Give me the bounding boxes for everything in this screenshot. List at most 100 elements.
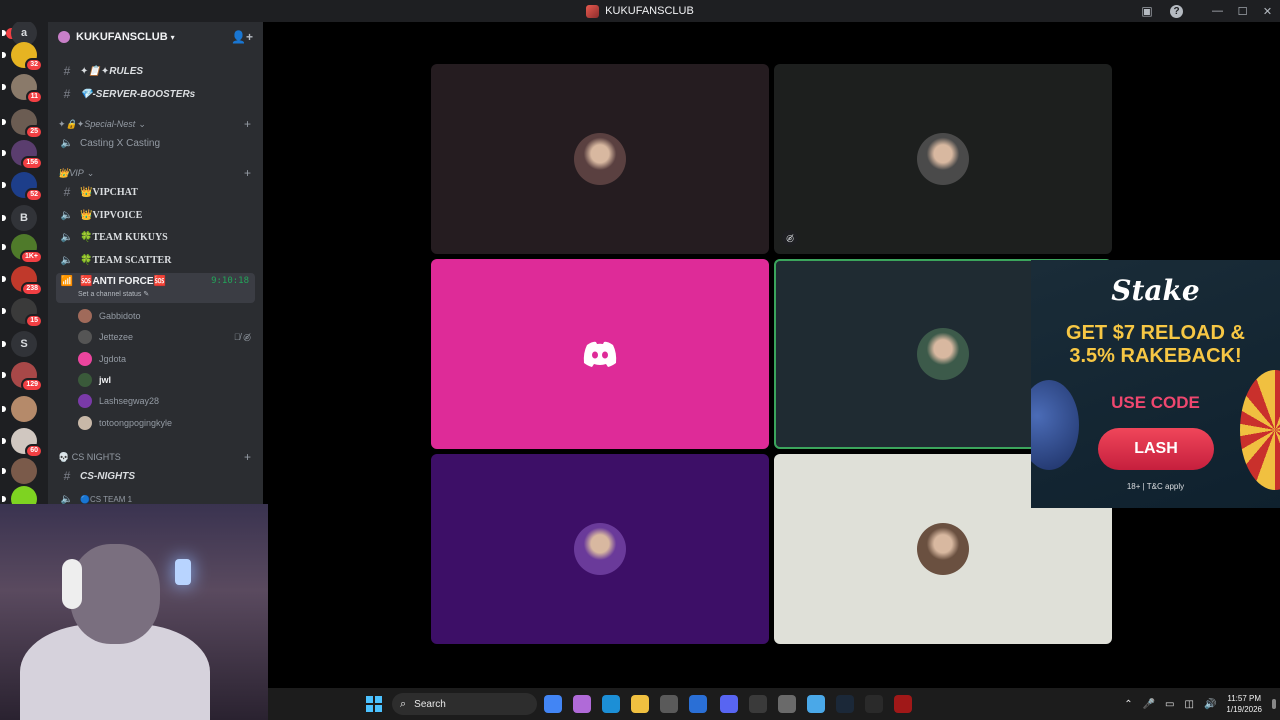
add-user-icon[interactable]: 👤+ [231, 30, 253, 44]
store-icon[interactable] [660, 695, 678, 713]
channel-team-kukuys[interactable]: 🔈 🍀TEAM KUKUYS [56, 227, 255, 247]
chevron-up-icon[interactable]: ⌃ [1124, 699, 1132, 710]
unread-pip [2, 244, 6, 250]
channel-casting-x-casting[interactable]: 🔈 Casting X Casting [56, 133, 255, 153]
edge-icon[interactable] [602, 695, 620, 713]
add-channel-icon[interactable]: + [244, 166, 251, 180]
server-icon-lime[interactable] [2, 486, 37, 504]
obs-icon[interactable] [749, 695, 767, 713]
chevron-down-icon: ⌄ [138, 118, 146, 129]
server-icon-tcl[interactable]: 52 [2, 172, 43, 202]
notepad-icon[interactable] [807, 695, 825, 713]
speaker-icon: 🔈 [60, 209, 74, 221]
server-icon-kukufans[interactable]: 238 [2, 266, 43, 296]
calculator-icon[interactable] [778, 695, 796, 713]
channel-label: 💎-SERVER-BOOSTERs [80, 88, 196, 100]
avatar [78, 351, 92, 366]
avatar [78, 394, 92, 409]
chevron-down-icon: ▾ [170, 32, 175, 42]
voice-user-name: Jgdota [99, 353, 127, 364]
server-icon-anime[interactable]: 156 [2, 140, 43, 170]
video-tile[interactable] [431, 259, 769, 449]
network-icon[interactable]: ◫ [1185, 699, 1194, 710]
guild-header[interactable]: KUKUFANSCLUB ▾ 👤+ [48, 22, 263, 52]
channel-rules[interactable]: # ✦📋✦RULES [56, 61, 255, 81]
server-icon-b[interactable]: B [2, 205, 37, 231]
copilot-icon[interactable] [573, 695, 591, 713]
voice-user-jgdota[interactable]: Jgdota [78, 350, 251, 368]
server-rail: NEW a32112515652B1K+23815S12960 [0, 22, 48, 504]
category-vip[interactable]: 👑VIP ⌄ + [58, 165, 251, 181]
channel-anti-force[interactable]: 📶 🆘ANTI FORCE🆘 9:10:18 Set a channel sta… [56, 273, 255, 303]
discord-icon[interactable] [720, 695, 738, 713]
help-icon[interactable]: ? [1170, 4, 1183, 18]
server-icon-green-server[interactable]: 1K+ [2, 234, 43, 264]
hash-icon: # [63, 64, 71, 78]
speaker-icon: 🔈 [60, 254, 74, 266]
add-channel-icon[interactable]: + [244, 450, 251, 464]
voice-user-name: Lashsegway28 [99, 396, 160, 407]
server-icon-speaker[interactable]: 15 [2, 298, 43, 328]
voice-user-lashsegway28[interactable]: Lashsegway28 [78, 392, 251, 410]
hash-icon: # [63, 185, 71, 199]
microphone-icon[interactable]: 🎤 [1143, 699, 1155, 710]
steam-icon[interactable] [836, 695, 854, 713]
server-icon-red-server[interactable]: 129 [2, 362, 43, 392]
server-icon-dinday[interactable]: 11 [2, 74, 43, 104]
minimize-button[interactable]: — [1205, 5, 1230, 17]
channel-vipvoice[interactable]: 🔈 👑VIPVOICE [56, 205, 255, 225]
channel-server-boosters[interactable]: # 💎-SERVER-BOOSTERs [56, 84, 255, 104]
participant-avatar [917, 523, 969, 575]
channel-label: 🆘ANTI FORCE🆘 [80, 276, 167, 287]
server-icon-pikachu[interactable]: 32 [2, 42, 43, 72]
mention-badge: 15 [25, 314, 43, 328]
dota-icon[interactable] [894, 695, 912, 713]
notification-icon[interactable] [1272, 699, 1276, 709]
maximize-button[interactable]: ☐ [1230, 5, 1255, 18]
volume-icon[interactable]: 🔊 [1204, 699, 1216, 710]
unread-pip [2, 150, 6, 156]
voice-user-jwl[interactable]: jwl [78, 371, 251, 389]
video-tile[interactable] [431, 454, 769, 644]
server-icon-crowd[interactable] [2, 458, 37, 484]
avatar [78, 415, 92, 430]
channel-label: 👑VIPCHAT [80, 186, 138, 198]
clock[interactable]: 11:57 PM 1/19/2026 [1226, 693, 1262, 715]
participant-avatar [574, 133, 626, 185]
voice-user-gabbidoto[interactable]: Gabbidoto [78, 307, 251, 325]
file-explorer-icon[interactable] [631, 695, 649, 713]
windows-start-icon[interactable] [366, 696, 382, 712]
inbox-icon[interactable]: ▣ [1140, 4, 1154, 18]
mail-icon[interactable] [689, 695, 707, 713]
video-tile[interactable] [431, 64, 769, 254]
participant-avatar [917, 328, 969, 380]
unread-pip [2, 276, 6, 282]
server-icon-s[interactable]: S [2, 331, 37, 357]
video-tile[interactable]: ◎̸ [774, 64, 1112, 254]
stake-ad-overlay: Stake GET $7 RELOAD & 3.5% RAKEBACK! USE… [1031, 260, 1280, 508]
category-cs-nights[interactable]: 💀 CS NIGHTS + [58, 449, 251, 465]
server-icon-face1[interactable]: 25 [2, 109, 43, 139]
unread-pip [2, 119, 6, 125]
channel-team-scatter[interactable]: 🔈 🍀TEAM SCATTER [56, 250, 255, 270]
channel-status[interactable]: Set a channel status ✎ [78, 290, 149, 298]
voice-user-jettezee[interactable]: Jettezee 🎙̸ ◎̸ [78, 328, 251, 346]
display-icon[interactable]: ▭ [1165, 699, 1174, 710]
logitech-icon[interactable] [865, 695, 883, 713]
channel-cs-team-1[interactable]: 🔈 🔵CS TEAM 1 [56, 489, 255, 505]
server-icon-face2[interactable] [2, 396, 37, 422]
chrome-icon[interactable] [544, 695, 562, 713]
channel-vipchat[interactable]: # 👑VIPCHAT [56, 182, 255, 202]
add-channel-icon[interactable]: + [244, 117, 251, 131]
unread-pip [2, 308, 6, 314]
close-button[interactable]: ✕ [1255, 5, 1280, 18]
mention-badge: 25 [25, 125, 43, 139]
taskbar-search[interactable]: ⌕ Search [392, 693, 537, 715]
category-special-nest[interactable]: ✦🔒✦Special-Nest ⌄ + [58, 116, 251, 132]
windows-taskbar: ⌕ Search ⌃ 🎤 ▭ ◫ 🔊 11:57 PM 1/19/2026 [268, 688, 1280, 720]
channel-timer: 9:10:18 [211, 276, 249, 286]
server-icon-face3[interactable]: 60 [2, 428, 43, 458]
channel-label: 🍀TEAM SCATTER [80, 254, 172, 266]
channel-cs-nights[interactable]: # CS-NIGHTS [56, 466, 255, 486]
voice-user-totoongpogingkyle[interactable]: totoongpogingkyle [78, 414, 251, 432]
